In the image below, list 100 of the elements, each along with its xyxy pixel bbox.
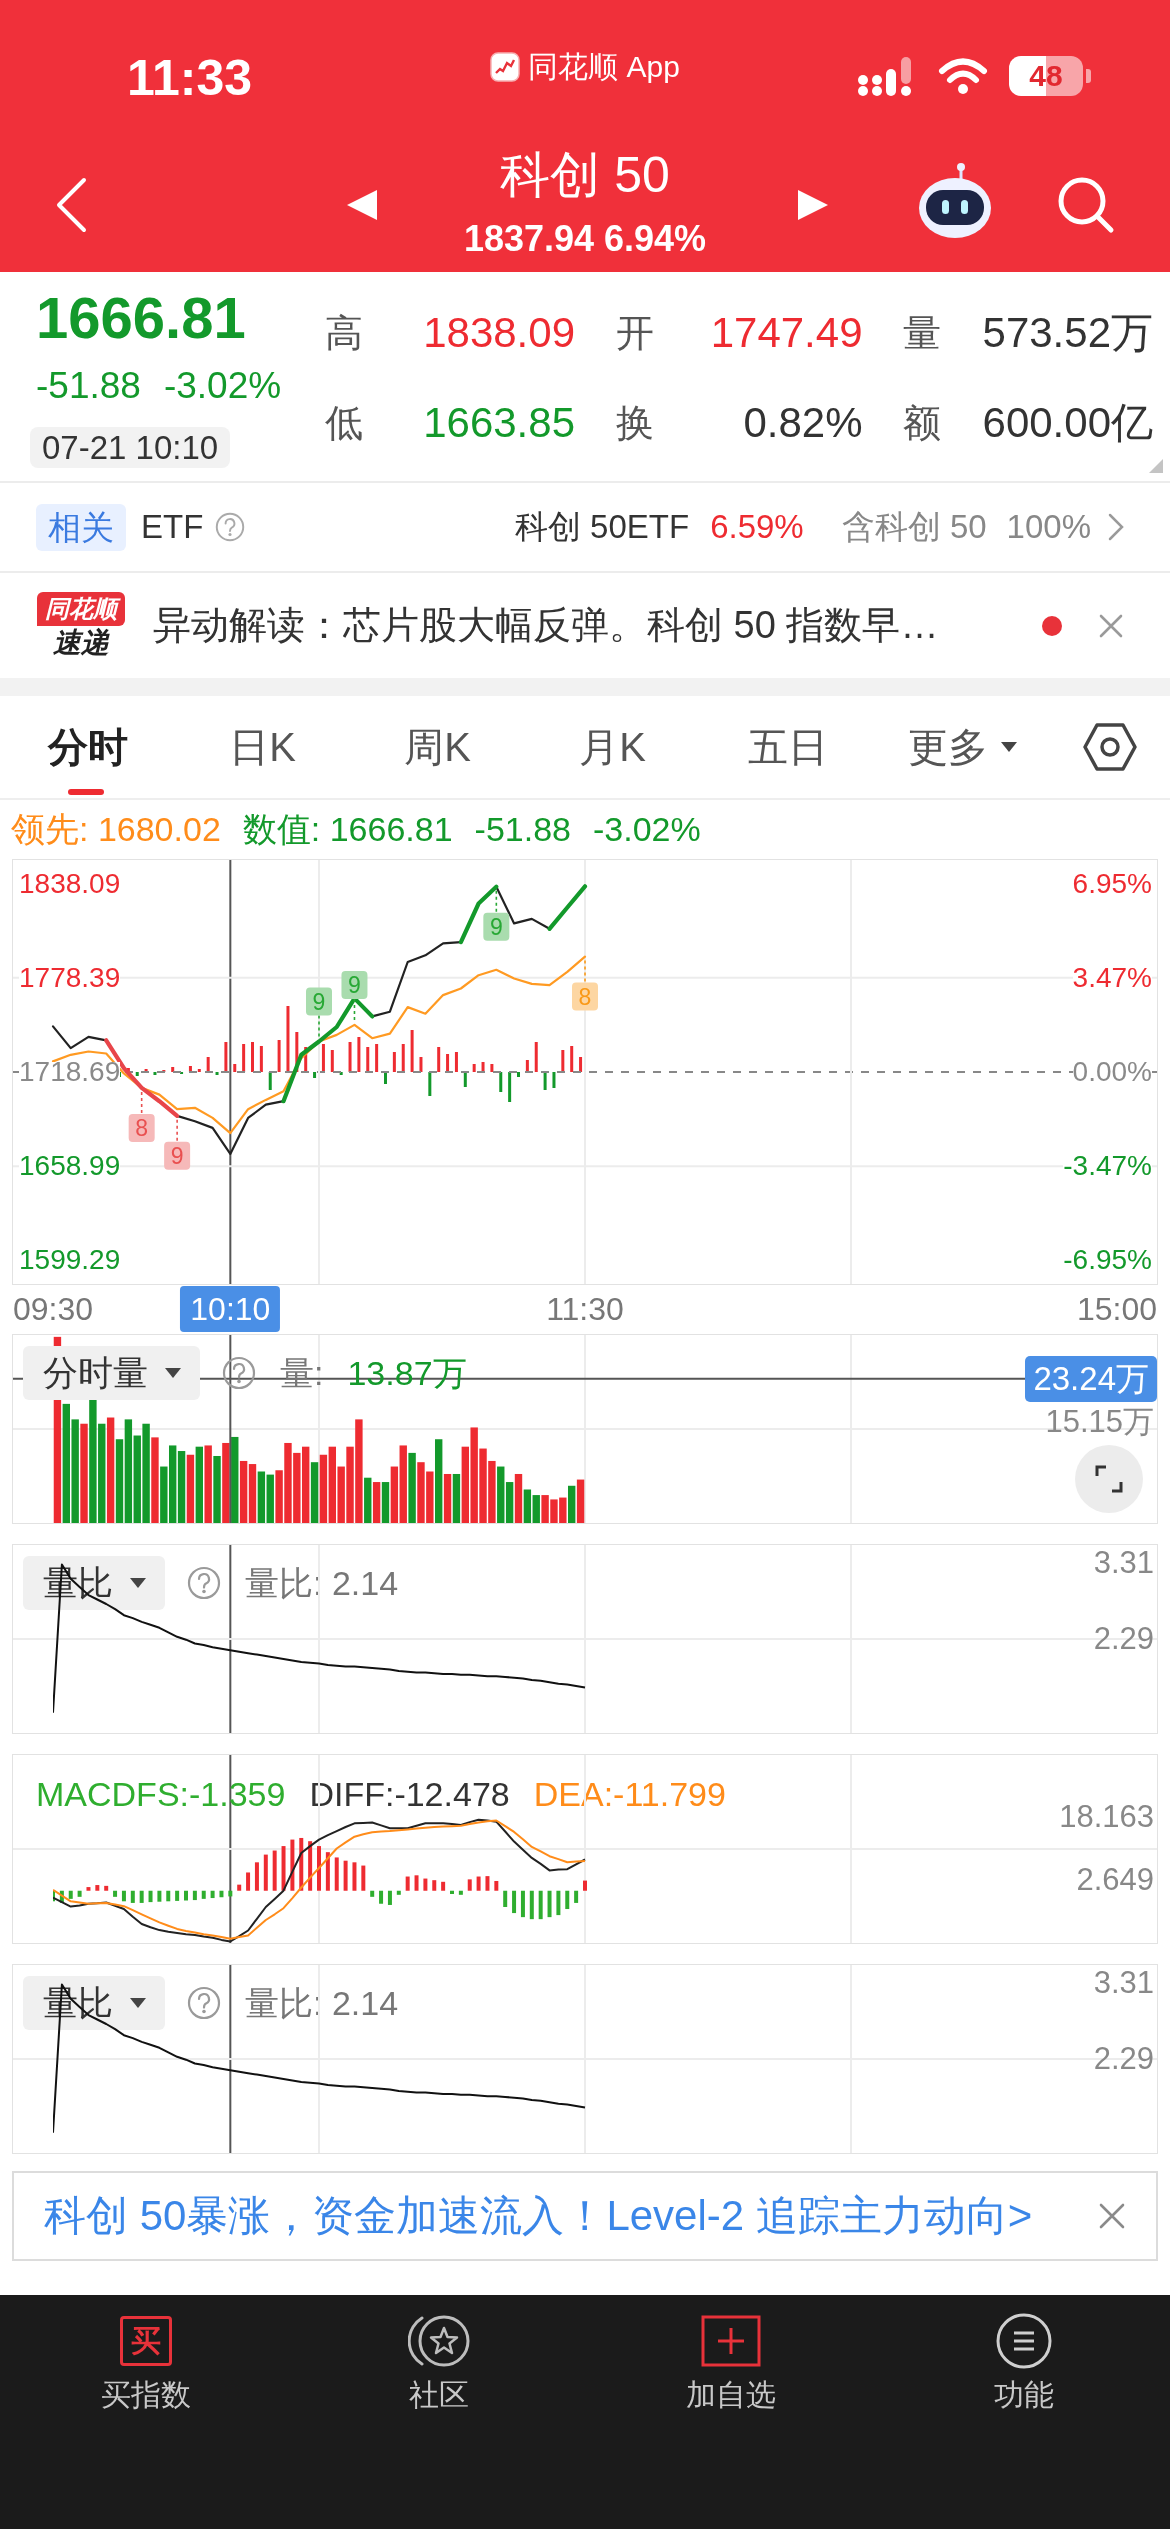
expand-icon — [1094, 1464, 1124, 1494]
volume-bar — [248, 1464, 257, 1523]
fund-change: 6.59% — [710, 508, 804, 546]
buy-badge[interactable]: 买 — [120, 2316, 173, 2366]
battery-indicator: 48 — [1009, 56, 1091, 96]
promo-text[interactable]: 科创 50暴涨，资金加速流入！Level-2 追踪主力动向> — [44, 2188, 1033, 2244]
stat-label: 量 — [903, 310, 941, 356]
wifi-icon — [938, 57, 988, 95]
left-triangle-icon[interactable] — [345, 188, 379, 222]
help-icon[interactable] — [222, 1356, 256, 1390]
close-icon[interactable] — [1098, 612, 1124, 639]
right-triangle-icon[interactable] — [796, 188, 830, 222]
tab[interactable]: 更多 — [875, 696, 1050, 798]
signal-tag: 8 — [128, 1113, 155, 1142]
tab[interactable]: 周K — [350, 696, 525, 798]
leader-line — [176, 1119, 178, 1143]
tab-bar-label[interactable]: 加自选 — [686, 2377, 777, 2413]
axis-label: 3.31 — [1093, 1966, 1154, 2000]
stat-value: 1663.85 — [423, 399, 575, 447]
axis-label: 18.163 — [1059, 1800, 1154, 1834]
stat-label: 额 — [903, 400, 941, 446]
volume-bar — [177, 1451, 186, 1523]
change-value: -51.88 — [36, 364, 141, 408]
axis-label: 2.29 — [1093, 2042, 1154, 2076]
flow-bar — [463, 1072, 467, 1087]
leader-line — [140, 1091, 143, 1115]
leader-line — [318, 1014, 320, 1039]
chevron-right-icon[interactable] — [1108, 513, 1124, 541]
corner-triangle-icon — [1149, 459, 1163, 473]
stat-label: 低 — [325, 400, 363, 446]
flow-bar — [375, 1044, 379, 1072]
index-subtitle: 1837.94 6.94% — [462, 218, 708, 260]
tab[interactable]: 月K — [525, 696, 700, 798]
axis-label: 3.31 — [1093, 1546, 1154, 1580]
close-icon[interactable] — [1098, 2202, 1126, 2230]
flow-bar — [392, 1052, 396, 1072]
percent-label: 3.47% — [1072, 967, 1152, 988]
readout-text: DEA:-11.799 — [533, 1775, 726, 1813]
flow-bar — [428, 1072, 432, 1096]
stat-value: 1747.49 — [710, 309, 863, 357]
flow-bar — [410, 1030, 414, 1072]
news-headline[interactable]: 异动解读：芯片股大幅反弹。科创 50 指数早… — [153, 600, 939, 651]
flow-bar — [525, 1060, 529, 1072]
crosshair-time-label: 10:10 — [180, 1286, 281, 1332]
app-name: 同花顺 App — [528, 49, 680, 85]
axis-label: 1718.69 — [19, 1062, 121, 1082]
signal-tag: 8 — [572, 982, 598, 1011]
flow-bar — [517, 1072, 520, 1077]
related-tag[interactable]: 相关 — [36, 503, 126, 551]
axis-label: 15.15万 — [1045, 1405, 1154, 1439]
signal-tag: 9 — [341, 970, 368, 999]
percent-label: 0.00% — [1072, 1062, 1152, 1082]
leader-line — [584, 959, 586, 984]
flow-bar — [259, 1046, 263, 1072]
flow-bar — [384, 1072, 387, 1084]
etf-label: ETF — [141, 508, 204, 546]
logo-text: 速递 — [53, 625, 109, 660]
flow-bar — [348, 1042, 352, 1072]
settings-icon[interactable] — [1081, 721, 1139, 773]
flow-bar — [366, 1047, 370, 1072]
readout-text: 领先: 1680.02 — [11, 808, 221, 850]
tab-bar-label[interactable]: 买指数 — [101, 2377, 192, 2413]
stat-label: 换 — [615, 400, 654, 446]
readout-text: -51.88 — [474, 810, 571, 849]
flow-bar — [552, 1072, 556, 1088]
fund-name[interactable]: 科创 50ETF — [514, 504, 690, 550]
tab[interactable]: 五日 — [700, 696, 875, 798]
crosshair-value-label: 23.24万 — [1025, 1355, 1157, 1402]
tab-bar-label[interactable]: 功能 — [993, 2377, 1054, 2413]
flow-bar — [197, 1069, 201, 1072]
tab[interactable]: 分时 — [0, 696, 175, 798]
volume-bar — [390, 1466, 399, 1523]
caret-icon — [164, 1367, 182, 1379]
plus-square-icon[interactable] — [701, 2315, 762, 2367]
readout-text: 数值: 1666.81 — [242, 808, 453, 850]
flow-bar — [242, 1044, 246, 1072]
holding-value: 100% — [1006, 508, 1091, 546]
flow-bar — [357, 1037, 361, 1072]
flow-bar — [171, 1067, 175, 1072]
search-icon[interactable] — [1056, 175, 1116, 235]
axis-label: 1778.39 — [19, 967, 121, 988]
tab-bar-label[interactable]: 社区 — [408, 2377, 469, 2413]
stat-value: 573.52万 — [982, 308, 1153, 358]
readout-text: DIFF:-12.478 — [309, 1775, 510, 1813]
flow-bar — [144, 1069, 148, 1072]
menu-icon[interactable] — [995, 2313, 1052, 2369]
flow-bar — [508, 1072, 512, 1102]
signal-tag: 9 — [306, 987, 332, 1016]
tab[interactable]: 日K — [175, 696, 350, 798]
volume-bar — [381, 1482, 390, 1523]
datetime-chip: 07-21 10:10 — [30, 427, 231, 468]
flow-bar — [454, 1052, 458, 1072]
stat-value: 600.00亿 — [982, 398, 1153, 448]
flow-bar — [401, 1044, 405, 1072]
axis-label: 1599.29 — [19, 1250, 121, 1271]
indicator-selector[interactable]: 分时量 — [23, 1346, 200, 1400]
flow-bar — [561, 1050, 565, 1072]
flow-bar — [206, 1057, 210, 1072]
flow-bar — [446, 1054, 450, 1072]
stat-value: 1838.09 — [423, 309, 575, 357]
